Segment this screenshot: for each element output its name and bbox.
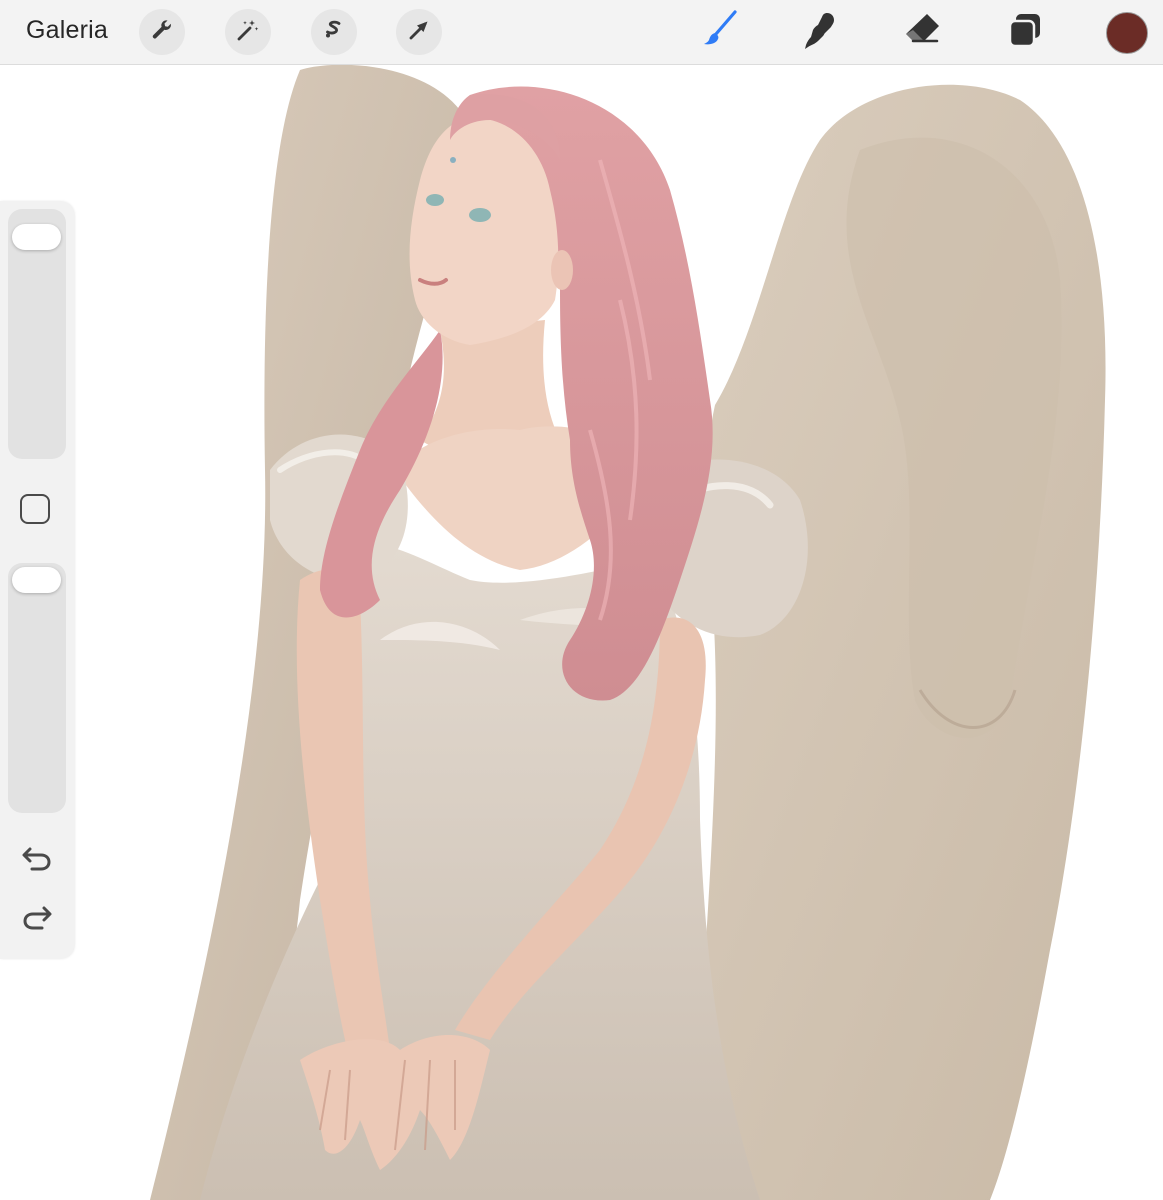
redo-arrow-icon bbox=[20, 904, 54, 939]
adjustments-button[interactable] bbox=[225, 9, 271, 55]
selection-button[interactable] bbox=[311, 9, 357, 55]
magic-wand-icon bbox=[235, 17, 261, 48]
undo-button[interactable] bbox=[18, 844, 56, 876]
opacity-slider[interactable] bbox=[8, 563, 66, 813]
modify-button[interactable] bbox=[20, 494, 50, 524]
gallery-button[interactable]: Galeria bbox=[26, 16, 108, 45]
side-toolbar bbox=[0, 201, 74, 959]
selection-s-icon bbox=[321, 17, 347, 48]
smudge-tool-button[interactable] bbox=[797, 10, 841, 54]
opacity-slider-thumb[interactable] bbox=[12, 567, 61, 593]
actions-button[interactable] bbox=[139, 9, 185, 55]
redo-button[interactable] bbox=[18, 905, 56, 937]
brush-size-slider-thumb[interactable] bbox=[12, 223, 61, 250]
brush-tool-button[interactable] bbox=[695, 8, 739, 57]
wrench-icon bbox=[149, 17, 175, 48]
eraser-tool-button[interactable] bbox=[900, 10, 944, 54]
color-picker-button[interactable] bbox=[1106, 12, 1148, 54]
brush-size-slider[interactable] bbox=[8, 209, 66, 459]
eraser-icon bbox=[900, 8, 944, 57]
artwork-painting bbox=[150, 65, 1106, 1200]
undo-arrow-icon bbox=[20, 843, 54, 878]
layers-button[interactable] bbox=[1003, 10, 1047, 54]
transform-button[interactable] bbox=[396, 9, 442, 55]
brush-icon bbox=[695, 8, 739, 57]
smudge-finger-icon bbox=[797, 8, 841, 57]
top-toolbar: Galeria bbox=[0, 0, 1163, 65]
arrow-icon bbox=[406, 17, 432, 48]
layers-icon bbox=[1003, 8, 1047, 57]
drawing-canvas[interactable] bbox=[0, 65, 1163, 1200]
